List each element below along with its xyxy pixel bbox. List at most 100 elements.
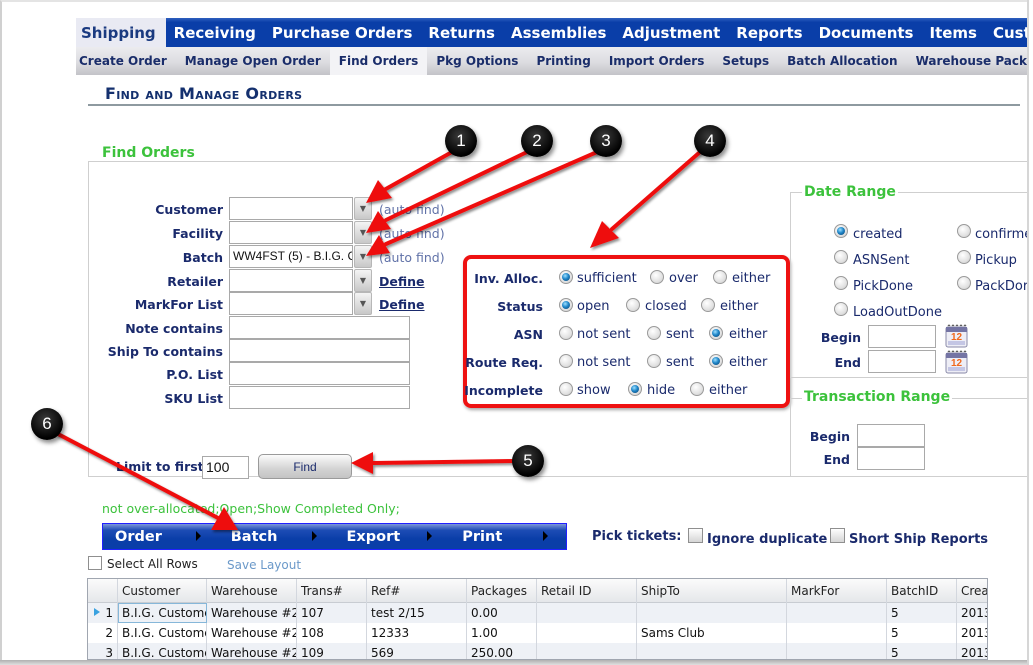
asn-sent-radio[interactable] [647, 326, 661, 340]
tab-items[interactable]: Items [921, 18, 984, 47]
cell-warehouse[interactable]: Warehouse #2 [207, 603, 297, 623]
date-asnsent-radio[interactable] [834, 250, 848, 264]
inv-alloc-either-radio[interactable] [713, 270, 727, 284]
subtab-find-orders[interactable]: Find Orders [329, 47, 428, 75]
transaction-end-input[interactable] [857, 447, 925, 470]
tab-shipping[interactable]: Shipping [76, 18, 166, 47]
retailer-input[interactable] [229, 269, 353, 292]
column-header-customer[interactable]: Customer [118, 579, 207, 603]
subtab-import-orders[interactable]: Import Orders [600, 47, 714, 75]
cell-packages[interactable]: 1.00 [467, 623, 537, 643]
table-row[interactable]: 3 B.I.G. Custome Warehouse #2 109 569 25… [88, 643, 987, 659]
cell-trans[interactable]: 108 [297, 623, 367, 643]
incomplete-hide-radio[interactable] [628, 382, 642, 396]
column-header-batchid[interactable]: BatchID [887, 579, 957, 603]
column-header-shipto[interactable]: ShipTo [637, 579, 787, 603]
route-req-sent-radio[interactable] [647, 354, 661, 368]
column-header-retail-id[interactable]: Retail ID [537, 579, 637, 603]
cell-shipto[interactable]: Sams Club [637, 623, 787, 643]
calendar-icon[interactable]: 12 [945, 323, 969, 348]
short-ship-reports-checkbox[interactable] [830, 528, 845, 543]
cell-ref[interactable]: 12333 [367, 623, 467, 643]
status-open-radio[interactable] [559, 298, 573, 312]
cell-ref[interactable]: test 2/15 [367, 603, 467, 623]
transaction-begin-input[interactable] [857, 424, 925, 447]
select-all-rows-checkbox[interactable] [88, 556, 102, 570]
column-header-packages[interactable]: Packages [467, 579, 537, 603]
markfor-input[interactable] [229, 292, 353, 315]
date-pickdone-radio[interactable] [834, 276, 848, 290]
cell-shipto[interactable] [637, 643, 787, 659]
po-list-input[interactable] [229, 362, 410, 385]
date-end-input[interactable] [868, 350, 936, 373]
incomplete-either-radio[interactable] [690, 382, 704, 396]
tab-documents[interactable]: Documents [811, 18, 922, 47]
date-confirmed-radio[interactable] [957, 224, 971, 238]
column-header-trans[interactable]: Trans# [297, 579, 367, 603]
date-begin-input[interactable] [868, 325, 936, 348]
subtab-manage-open-order[interactable]: Manage Open Order [176, 47, 330, 75]
subtab-warehouse-pack[interactable]: Warehouse Pack [907, 47, 1033, 75]
batch-dropdown-button[interactable]: ▼ [354, 245, 372, 268]
tab-purchase-orders[interactable]: Purchase Orders [264, 18, 420, 47]
tab-customer[interactable]: Customer [985, 18, 1033, 47]
route-req-either-radio[interactable] [709, 354, 723, 368]
cell-ref[interactable]: 569 [367, 643, 467, 659]
calendar-icon[interactable]: 12 [945, 349, 969, 374]
tab-receiving[interactable]: Receiving [166, 18, 264, 47]
date-packdone-radio[interactable] [957, 276, 971, 290]
column-header-created[interactable]: Crea [957, 579, 987, 603]
cell-trans[interactable]: 109 [297, 643, 367, 659]
limit-input[interactable]: 100 [202, 456, 249, 479]
cell-created[interactable]: 2013 [957, 603, 987, 623]
markfor-define-link[interactable]: Define [379, 297, 425, 312]
date-created-radio[interactable] [834, 224, 848, 238]
status-either-radio[interactable] [701, 298, 715, 312]
cell-packages[interactable]: 250.00 [467, 643, 537, 659]
asn-not-sent-radio[interactable] [559, 326, 573, 340]
cell-customer[interactable]: B.I.G. Custome [118, 643, 207, 659]
cell-customer[interactable]: B.I.G. Custome [118, 603, 207, 623]
tab-adjustment[interactable]: Adjustment [614, 18, 728, 47]
customer-input[interactable] [229, 197, 353, 220]
cell-shipto[interactable] [637, 603, 787, 623]
cell-warehouse[interactable]: Warehouse #2 [207, 623, 297, 643]
retailer-dropdown-button[interactable]: ▼ [354, 269, 372, 292]
cell-trans[interactable]: 107 [297, 603, 367, 623]
tab-reports[interactable]: Reports [728, 18, 810, 47]
incomplete-show-radio[interactable] [559, 382, 573, 396]
date-loadoutdone-radio[interactable] [834, 302, 848, 316]
note-contains-input[interactable] [229, 316, 410, 339]
cell-retail-id[interactable] [537, 643, 637, 659]
tab-assemblies[interactable]: Assemblies [503, 18, 614, 47]
subtab-batch-allocation[interactable]: Batch Allocation [778, 47, 906, 75]
menu-export[interactable]: Export [335, 524, 451, 549]
subtab-pkg-options[interactable]: Pkg Options [427, 47, 527, 75]
cell-batchid[interactable]: 5 [887, 603, 957, 623]
sku-list-input[interactable] [229, 386, 410, 409]
cell-batchid[interactable]: 5 [887, 643, 957, 659]
cell-markfor[interactable] [787, 603, 887, 623]
cell-created[interactable]: 2013 [957, 623, 987, 643]
cell-retail-id[interactable] [537, 603, 637, 623]
cell-batchid[interactable]: 5 [887, 623, 957, 643]
inv-alloc-sufficient-radio[interactable] [559, 270, 573, 284]
column-header-markfor[interactable]: MarkFor [787, 579, 887, 603]
batch-input[interactable]: WW4FST (5) - B.I.G. C [229, 245, 353, 268]
menu-order[interactable]: Order [103, 524, 219, 549]
status-closed-radio[interactable] [626, 298, 640, 312]
cell-markfor[interactable] [787, 623, 887, 643]
find-button[interactable]: Find [258, 454, 352, 479]
ignore-duplicate-checkbox[interactable] [688, 528, 703, 543]
table-row[interactable]: 1 B.I.G. Custome Warehouse #2 107 test 2… [88, 603, 987, 623]
customer-dropdown-button[interactable]: ▼ [354, 197, 372, 220]
ship-to-contains-input[interactable] [229, 339, 410, 362]
cell-created[interactable]: 2013 [957, 643, 987, 659]
date-pickup-radio[interactable] [957, 250, 971, 264]
column-header-ref[interactable]: Ref# [367, 579, 467, 603]
cell-warehouse[interactable]: Warehouse #2 [207, 643, 297, 659]
menu-print[interactable]: Print [450, 524, 566, 549]
cell-retail-id[interactable] [537, 623, 637, 643]
subtab-setups[interactable]: Setups [713, 47, 778, 75]
table-row[interactable]: 2 B.I.G. Custome Warehouse #2 108 12333 … [88, 623, 987, 643]
